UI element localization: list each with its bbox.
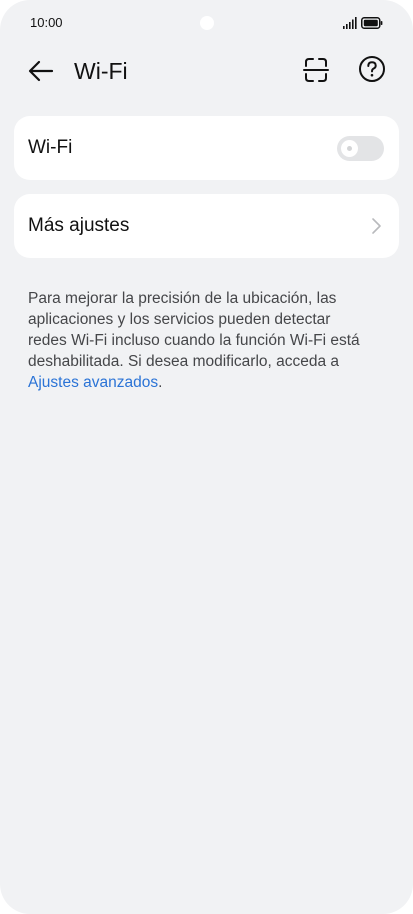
chevron-right-icon <box>372 218 381 234</box>
battery-icon <box>361 17 383 29</box>
signal-icon <box>343 17 357 29</box>
more-settings-label: Más ajustes <box>28 215 130 236</box>
location-info-text: Para mejorar la precisión de la ubicació… <box>28 288 373 393</box>
info-body: Para mejorar la precisión de la ubicació… <box>28 290 360 370</box>
status-time: 10:00 <box>30 15 63 30</box>
phone-screen: 10:00 Wi-Fi Wi-Fi Más ajustes Para mejor… <box>0 0 413 914</box>
page-title: Wi-Fi <box>74 58 128 84</box>
arrow-left-icon[interactable] <box>26 56 56 86</box>
wifi-label: Wi-Fi <box>28 137 73 158</box>
more-settings-row[interactable]: Más ajustes <box>14 194 399 258</box>
advanced-settings-link[interactable]: Ajustes avanzados <box>28 374 158 391</box>
header: Wi-Fi <box>0 46 413 96</box>
wifi-toggle[interactable] <box>337 136 384 161</box>
camera-cutout <box>200 16 214 30</box>
help-icon[interactable] <box>358 55 386 83</box>
info-trailing: . <box>158 374 163 391</box>
status-bar: 10:00 <box>0 0 413 46</box>
toggle-knob-dot <box>347 146 352 151</box>
wifi-toggle-row[interactable]: Wi-Fi <box>14 116 399 180</box>
scan-icon[interactable] <box>302 56 330 84</box>
toggle-knob <box>341 140 358 157</box>
